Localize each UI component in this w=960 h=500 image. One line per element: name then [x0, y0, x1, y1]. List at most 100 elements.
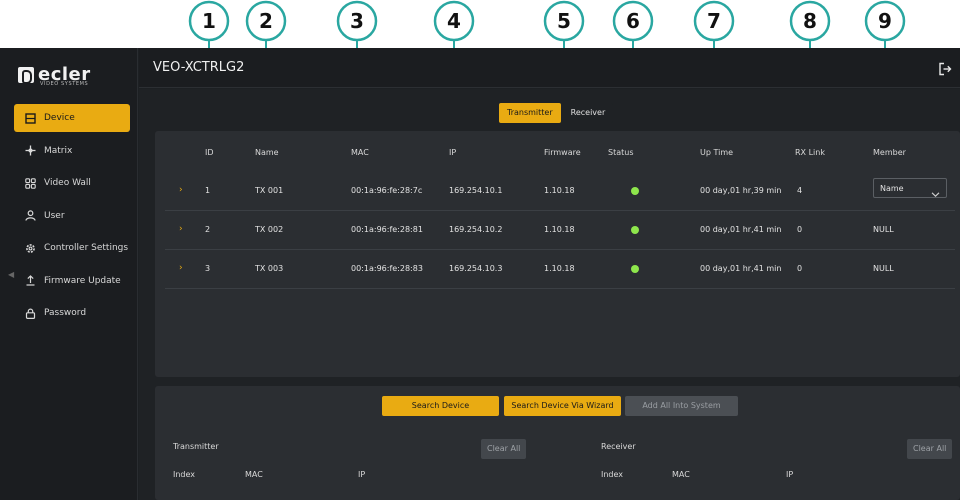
sidebar-item-label: Video Wall [44, 178, 91, 188]
transmitter-clear-all-button[interactable]: Clear All [481, 439, 527, 459]
cell-uptime: 00 day,01 hr,39 min [700, 186, 782, 195]
cell-name: TX 001 [255, 186, 284, 195]
brand-name: ecler [38, 64, 91, 85]
cell-id: 2 [205, 225, 211, 234]
column-header-id: ID [205, 148, 214, 157]
device-type-toggle: Transmitter Receiver [499, 103, 614, 123]
cell-ip: 169.254.10.3 [449, 264, 503, 273]
main-content: Transmitter Receiver ID Name MAC IP Firm… [139, 89, 960, 500]
status-online-indicator [631, 187, 639, 195]
column-header-uptime: Up Time [700, 148, 734, 157]
table-row[interactable]: › 3 TX 003 00:1a:96:fe:28:83 169.254.10.… [165, 251, 955, 289]
video-wall-icon [24, 177, 36, 189]
member-select[interactable]: Name [873, 178, 947, 198]
table-row[interactable]: › 1 TX 001 00:1a:96:fe:28:7c 169.254.10.… [165, 173, 955, 211]
receiver-clear-all-button[interactable]: Clear All [907, 439, 953, 459]
column-header-member: Member [873, 148, 906, 157]
brand-subtitle: VIDEO SYSTEMS [40, 81, 89, 87]
logout-icon[interactable] [938, 61, 952, 76]
chevron-down-icon [931, 184, 940, 197]
tab-receiver[interactable]: Receiver [562, 103, 614, 123]
cell-member: NULL [873, 225, 894, 234]
search-device-button[interactable]: Search Device [382, 396, 499, 416]
callout-number: 9 [878, 9, 892, 33]
status-online-indicator [631, 226, 639, 234]
sidebar-item-controller-settings[interactable]: Controller Settings [14, 234, 130, 262]
callout-number: 8 [803, 9, 817, 33]
top-bar: VEO-XCTRLG2 [139, 48, 960, 88]
column-header-ip: IP [449, 148, 457, 157]
cell-rx-link: 4 [797, 186, 803, 195]
app-window: ecler VIDEO SYSTEMS Device Matrix Video … [0, 48, 960, 500]
device-model-title: VEO-XCTRLG2 [153, 60, 245, 75]
cell-firmware: 1.10.18 [544, 264, 575, 273]
table-row[interactable]: › 2 TX 002 00:1a:96:fe:28:81 169.254.10.… [165, 212, 955, 250]
status-online-indicator [631, 265, 639, 273]
transmitter-column-ip: IP [358, 470, 366, 479]
expand-chevron-icon[interactable]: › [179, 224, 183, 234]
upload-icon [24, 275, 36, 287]
add-all-into-system-button[interactable]: Add All Into System [625, 396, 738, 416]
column-header-rx-link: RX Link [795, 148, 825, 157]
cell-name: TX 003 [255, 264, 284, 273]
cell-mac: 00:1a:96:fe:28:83 [351, 264, 423, 273]
device-table-panel: ID Name MAC IP Firmware Status Up Time R… [155, 131, 960, 377]
cell-ip: 169.254.10.1 [449, 186, 503, 195]
expand-chevron-icon[interactable]: › [179, 263, 183, 273]
sidebar-nav: Device Matrix Video Wall User Controller… [14, 104, 130, 332]
tab-transmitter[interactable]: Transmitter [499, 103, 561, 123]
expand-chevron-icon[interactable]: › [179, 185, 183, 195]
sidebar: ecler VIDEO SYSTEMS Device Matrix Video … [0, 48, 138, 500]
transmitter-column-index: Index [173, 470, 196, 479]
sidebar-collapse-handle[interactable]: ◀ [8, 270, 14, 284]
table-header: ID Name MAC IP Firmware Status Up Time R… [155, 148, 960, 160]
matrix-icon [24, 145, 36, 157]
sidebar-item-password[interactable]: Password [14, 299, 130, 327]
sidebar-item-video-wall[interactable]: Video Wall [14, 169, 130, 197]
receiver-column-index: Index [601, 470, 624, 479]
cell-rx-link: 0 [797, 264, 803, 273]
device-discovery-panel: Search Device Search Device Via Wizard A… [155, 386, 960, 500]
callout-number: 7 [707, 9, 721, 33]
callout-number: 4 [447, 9, 461, 33]
sidebar-item-user[interactable]: User [14, 202, 130, 230]
sidebar-item-firmware-update[interactable]: Firmware Update [14, 267, 130, 295]
cell-mac: 00:1a:96:fe:28:81 [351, 225, 423, 234]
user-icon [24, 210, 36, 222]
lock-icon [24, 307, 36, 319]
column-header-name: Name [255, 148, 279, 157]
sidebar-item-matrix[interactable]: Matrix [14, 137, 130, 165]
cell-mac: 00:1a:96:fe:28:7c [351, 186, 423, 195]
ecler-logo-icon [18, 67, 34, 84]
search-via-wizard-button[interactable]: Search Device Via Wizard [504, 396, 621, 416]
sidebar-item-label: Controller Settings [44, 243, 129, 253]
cell-firmware: 1.10.18 [544, 225, 575, 234]
brand-logo: ecler VIDEO SYSTEMS [18, 64, 91, 87]
cell-uptime: 00 day,01 hr,41 min [700, 264, 782, 273]
member-select-value: Name [880, 184, 904, 193]
sidebar-item-label: Firmware Update [44, 275, 121, 286]
cell-uptime: 00 day,01 hr,41 min [700, 225, 782, 234]
cell-id: 1 [205, 186, 211, 195]
cell-member: NULL [873, 264, 894, 273]
device-icon [24, 112, 36, 124]
column-header-status: Status [608, 148, 634, 157]
column-header-mac: MAC [351, 148, 369, 157]
callout-number: 5 [557, 9, 571, 33]
callout-number: 2 [259, 9, 273, 33]
sidebar-item-label: User [44, 210, 65, 221]
callout-number: 1 [202, 9, 216, 33]
gear-icon [24, 242, 36, 254]
sidebar-item-label: Password [44, 308, 87, 318]
cell-name: TX 002 [255, 225, 284, 234]
cell-id: 3 [205, 264, 211, 273]
sidebar-item-device[interactable]: Device [14, 104, 130, 132]
callout-number: 3 [350, 9, 364, 33]
callout-annotations: 1 2 3 4 5 6 7 8 9 [0, 0, 960, 126]
stage: 1 2 3 4 5 6 7 8 9 ecler VIDEO SYSTEMS De… [0, 0, 960, 500]
column-header-firmware: Firmware [544, 148, 581, 157]
cell-rx-link: 0 [797, 225, 803, 234]
cell-firmware: 1.10.18 [544, 186, 575, 195]
transmitter-list-title: Transmitter [173, 442, 219, 451]
sidebar-item-label: Matrix [44, 145, 73, 156]
